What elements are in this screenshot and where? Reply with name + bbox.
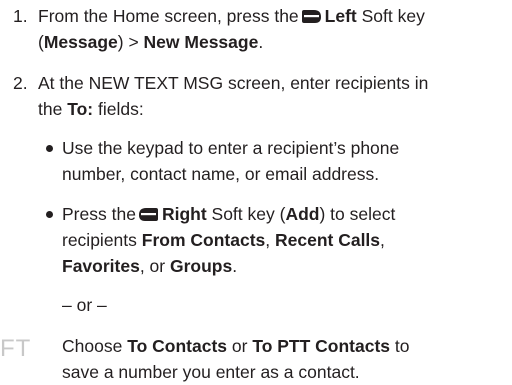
text-run: or	[227, 336, 253, 356]
text-run: the	[38, 99, 68, 119]
text-run: ,	[265, 230, 275, 250]
bullet-text: Press the Right Soft key (Add) to select …	[62, 201, 508, 279]
favorites-label: Favorites	[62, 256, 140, 276]
text-run: .	[258, 32, 264, 52]
bullet-1-line-1: Use the keypad to enter a recipient’s ph…	[62, 138, 400, 158]
text-run: recipients	[62, 230, 142, 250]
bullet-2-line-1: Press the Right Soft key (Add) to select	[62, 201, 508, 227]
bullet-2-line-3: Favorites, or Groups.	[62, 253, 508, 279]
step-2-line-1: At the NEW TEXT MSG screen, enter recipi…	[38, 73, 429, 93]
text-run: ) to select	[319, 204, 396, 224]
step-1-line-1: From the Home screen, press the Left Soft…	[38, 3, 508, 29]
bullet-1-line-2: number, contact name, or email address.	[62, 164, 380, 184]
new-message-label: New Message	[143, 32, 259, 52]
step-2-line-2: the To: fields:	[38, 96, 508, 122]
to-ptt-contacts-label: To PTT Contacts	[252, 336, 391, 356]
message-label: Message	[43, 32, 118, 52]
text-run: Soft key (	[206, 204, 286, 224]
add-label: Add	[285, 204, 320, 224]
bullet-2-line-2: recipients From Contacts, Recent Calls,	[62, 227, 508, 253]
right-softkey-icon	[138, 208, 158, 221]
recent-calls-label: Recent Calls	[274, 230, 381, 250]
text-run: From the Home screen, press the	[38, 6, 299, 26]
to-contacts-label: To Contacts	[127, 336, 228, 356]
choose-option: Choose To Contacts or To PTT Contacts to…	[62, 333, 508, 385]
step-1-line-2: (Message) > New Message.	[38, 29, 508, 55]
text-run: Press the	[62, 204, 136, 224]
to-field-label: To:	[67, 99, 94, 119]
text-run: Choose	[62, 336, 128, 356]
choose-line-2: save a number you enter as a contact.	[62, 362, 360, 382]
right-key-label: Right	[161, 204, 207, 224]
bullet-text: Use the keypad to enter a recipient’s ph…	[62, 135, 508, 187]
text-run: fields:	[93, 99, 144, 119]
left-softkey-icon	[301, 10, 321, 23]
text-run: Soft key	[361, 6, 425, 26]
from-contacts-label: From Contacts	[141, 230, 266, 250]
or-separator: – or –	[62, 295, 107, 315]
manual-page: 1. From the Home screen, press the Left S…	[0, 0, 512, 382]
groups-label: Groups	[169, 256, 233, 276]
text-run: , or	[139, 256, 170, 276]
left-key-label: Left	[324, 6, 357, 26]
text-run: to	[390, 336, 410, 356]
bullet-dot	[46, 211, 53, 218]
step-number: 2.	[13, 73, 28, 93]
step-text: From the Home screen, press the Left Soft…	[38, 3, 508, 55]
choose-line-1: Choose To Contacts or To PTT Contacts to	[62, 333, 508, 359]
step-text: At the NEW TEXT MSG screen, enter recipi…	[38, 70, 508, 122]
bullet-dot	[46, 145, 53, 152]
text-run: ,	[380, 230, 385, 250]
text-run: ) >	[117, 32, 144, 52]
text-run: .	[232, 256, 238, 276]
step-number: 1.	[13, 6, 28, 26]
side-text-fragment: FT	[0, 335, 32, 362]
